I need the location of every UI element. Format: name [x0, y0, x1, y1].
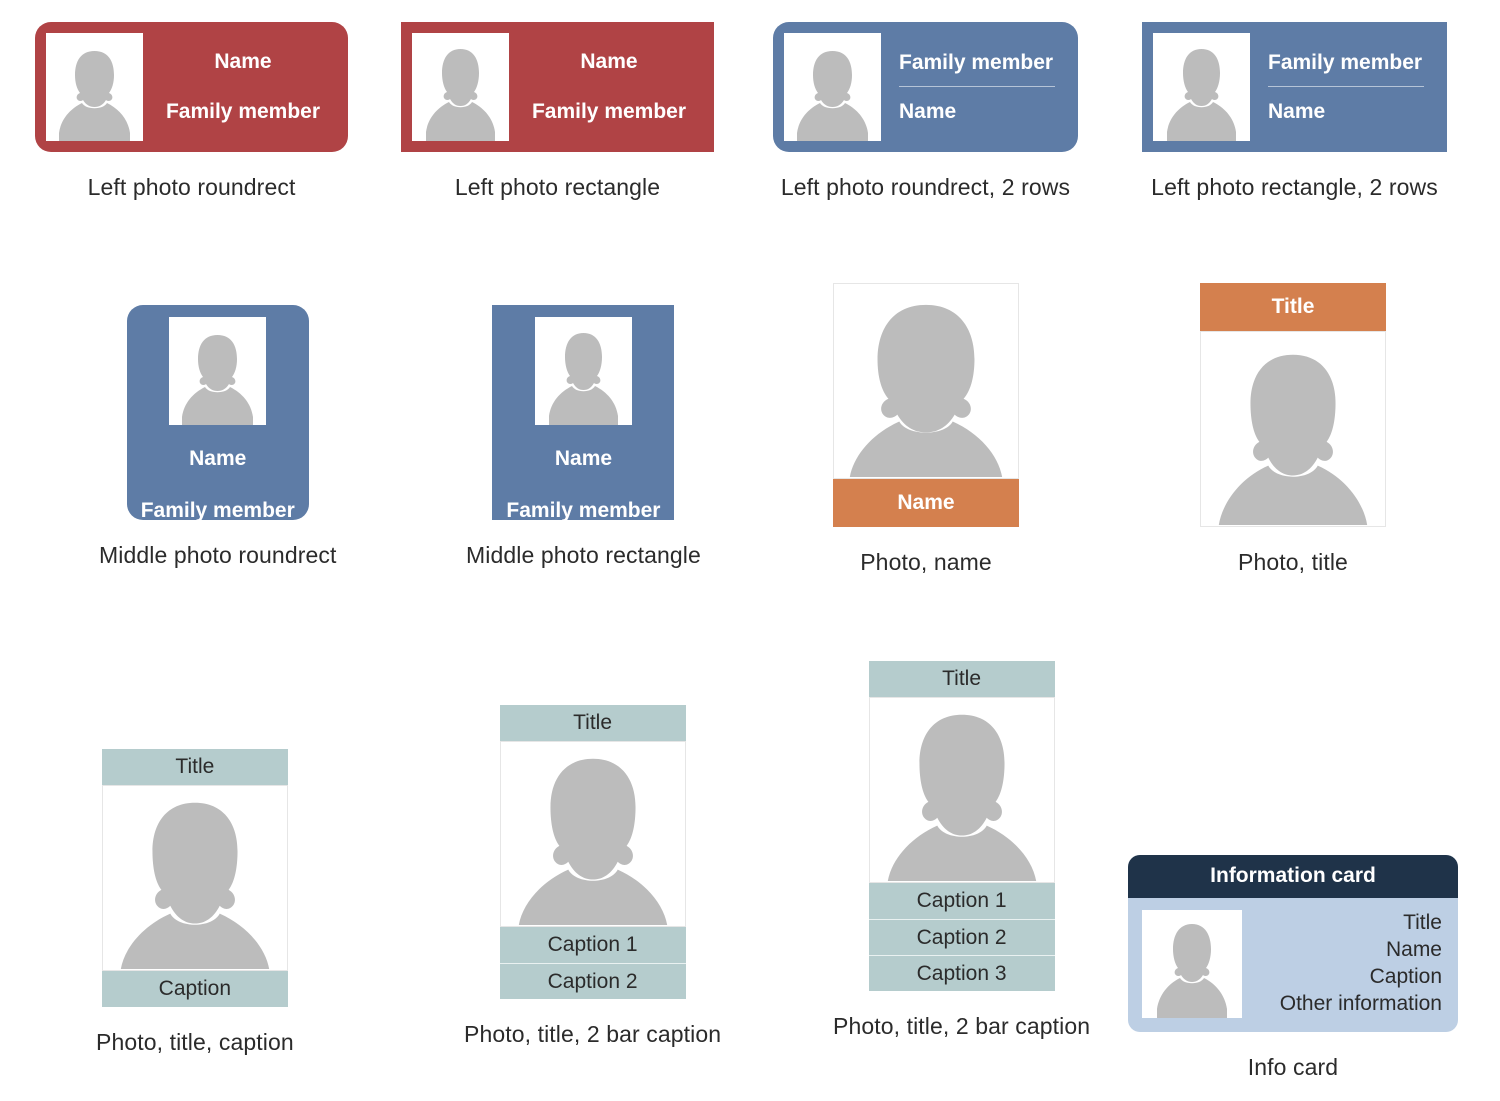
shape-middle-photo-rectangle[interactable]: Name Family member Middle photo rectangl…	[466, 305, 701, 569]
card-body[interactable]: Title Caption	[101, 749, 288, 1007]
title-bar: Title	[499, 705, 686, 741]
card-body[interactable]: Family member Name	[773, 22, 1078, 152]
female-silhouette-photo	[169, 317, 267, 425]
caption-bar-group: Caption 1 Caption 2	[499, 927, 686, 999]
title-bar: Title	[101, 749, 288, 785]
shape-caption: Middle photo rectangle	[466, 542, 701, 568]
shape-caption: Photo, title, 2 bar caption	[464, 1021, 722, 1047]
card-body[interactable]: Title Caption 1 Caption 2	[499, 705, 686, 999]
shape-left-photo-rectangle[interactable]: Name Family member Left photo rectangle	[401, 22, 714, 201]
female-silhouette-photo	[833, 283, 1019, 479]
shape-caption: Left photo rectangle, 2 rows	[1151, 174, 1438, 200]
male-silhouette-photo	[412, 33, 509, 141]
shape-photo-title-caption[interactable]: Title Caption Photo, title, caption	[96, 749, 294, 1056]
caption-bar: Caption	[101, 971, 288, 1007]
card-line-role: Family member	[531, 100, 687, 123]
caption-bar: Caption 2	[868, 919, 1055, 955]
card-line-role: Family member	[165, 100, 321, 123]
info-line-title: Title	[1403, 911, 1442, 935]
male-silhouette-photo	[1200, 331, 1386, 527]
female-silhouette-photo	[46, 33, 143, 141]
info-line-other: Other information	[1279, 991, 1442, 1015]
card-line-name: Name	[580, 50, 638, 73]
info-line-name: Name	[1385, 938, 1442, 962]
shape-photo-title-3bar-caption[interactable]: Title Caption 1 Caption 2 Caption 3 Phot…	[833, 661, 1090, 1040]
caption-bar: Caption 2	[499, 963, 686, 999]
card-line-name: Name	[1268, 99, 1326, 123]
shape-info-card[interactable]: Information card Title Name Caption Othe…	[1128, 855, 1458, 1081]
card-line-name: Name	[214, 50, 272, 73]
card-line-name: Name	[189, 447, 247, 470]
card-body[interactable]: Title Caption 1 Caption 2 Caption 3	[868, 661, 1055, 991]
card-text-block: Name Family member	[143, 50, 337, 124]
shape-caption: Left photo roundrect, 2 rows	[780, 174, 1071, 200]
shape-caption: Photo, name	[860, 549, 992, 575]
name-bar: Name	[833, 479, 1019, 527]
caption-bar-group: Caption 1 Caption 2 Caption 3	[868, 883, 1055, 991]
shape-left-photo-roundrect[interactable]: Name Family member Left photo roundrect	[35, 22, 348, 201]
shapes-library-canvas: Name Family member Left photo roundrect …	[0, 0, 1500, 1101]
info-card-body: Title Name Caption Other information	[1128, 898, 1458, 1032]
card-body[interactable]: Information card Title Name Caption Othe…	[1128, 855, 1458, 1032]
male-silhouette-photo	[1153, 33, 1250, 141]
shape-left-photo-roundrect-2rows[interactable]: Family member Name Left photo roundrect,…	[773, 22, 1078, 201]
caption-bar: Caption 1	[868, 883, 1055, 919]
card-body[interactable]: Name	[833, 283, 1019, 527]
male-silhouette-photo	[534, 317, 632, 425]
title-bar: Title	[868, 661, 1055, 697]
shape-caption: Photo, title	[1238, 549, 1348, 575]
shape-photo-name[interactable]: Name Photo, name	[833, 283, 1019, 576]
info-line-caption: Caption	[1369, 965, 1442, 988]
shape-caption: Info card	[1247, 1054, 1339, 1080]
male-silhouette-photo	[499, 741, 686, 927]
shape-caption: Left photo roundrect	[87, 174, 296, 200]
card-body[interactable]: Family member Name	[1142, 22, 1447, 152]
shape-caption: Photo, title, 2 bar caption	[833, 1013, 1091, 1039]
card-line-role: Family member	[140, 499, 295, 522]
card-line-role: Family member	[1268, 50, 1423, 74]
shape-caption: Left photo rectangle	[454, 174, 661, 200]
shape-left-photo-rectangle-2rows[interactable]: Family member Name Left photo rectangle,…	[1142, 22, 1447, 201]
card-line-role: Family member	[506, 499, 661, 522]
card-line-name: Name	[554, 447, 613, 470]
shape-photo-title-2bar-caption[interactable]: Title Caption 1 Caption 2 Photo, title, …	[464, 705, 721, 1048]
caption-bar: Caption 3	[868, 955, 1055, 991]
male-silhouette-photo	[1142, 910, 1242, 1018]
card-body[interactable]: Name Family member	[126, 305, 309, 522]
card-body[interactable]: Name Family member	[35, 22, 348, 152]
info-card-lines: Title Name Caption Other information	[1242, 910, 1444, 1018]
card-line-name: Name	[899, 99, 957, 123]
female-silhouette-photo	[784, 33, 881, 141]
male-silhouette-photo	[868, 697, 1055, 883]
card-body[interactable]: Name Family member	[401, 22, 714, 152]
title-bar: Title	[1200, 283, 1386, 331]
card-text-block: Name Family member	[509, 50, 703, 124]
shape-caption: Middle photo roundrect	[99, 542, 337, 568]
shape-middle-photo-roundrect[interactable]: Name Family member Middle photo roundrec…	[99, 305, 336, 569]
caption-bar: Caption 1	[499, 927, 686, 963]
male-silhouette-photo	[101, 785, 288, 971]
info-card-header: Information card	[1128, 855, 1458, 898]
card-line-role: Family member	[899, 50, 1054, 74]
shape-photo-title[interactable]: Title Photo, title	[1200, 283, 1386, 576]
card-body[interactable]: Name Family member	[492, 305, 675, 522]
card-text-block: Family member Name	[881, 51, 1067, 124]
card-text-block: Family member Name	[1250, 51, 1436, 124]
shape-caption: Photo, title, caption	[96, 1029, 294, 1055]
card-body[interactable]: Title	[1200, 283, 1386, 527]
